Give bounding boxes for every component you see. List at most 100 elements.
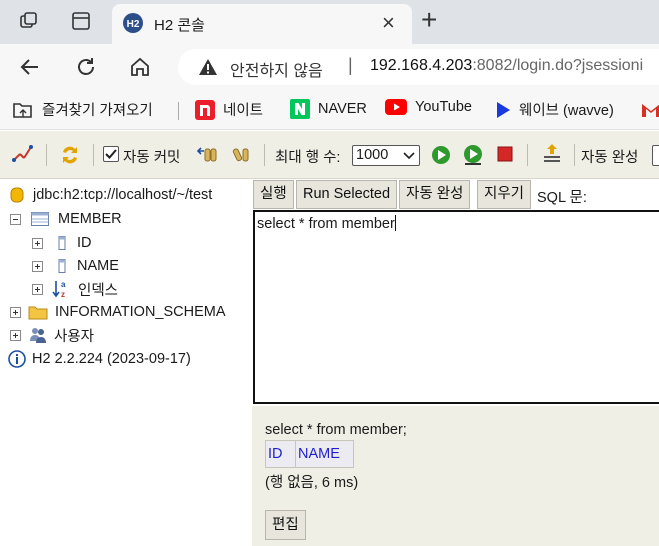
result-status: (행 없음, 6 ms): [265, 475, 359, 491]
expand-icon[interactable]: [32, 260, 43, 272]
tree-column-id[interactable]: ID: [32, 232, 92, 254]
header-label: ID: [268, 446, 283, 462]
nate-icon: [195, 99, 215, 120]
security-text[interactable]: 안전하지 않음: [230, 57, 323, 81]
bookmark-separator: [178, 102, 179, 120]
bookmark-wavve[interactable]: 웨이브 (wavve): [495, 99, 614, 120]
version-text: H2 2.2.224 (2023-09-17): [32, 351, 191, 367]
auto-commit-label: 자동 커밋: [123, 150, 181, 166]
refresh-tree-icon[interactable]: [58, 143, 82, 167]
column-name: NAME: [77, 258, 119, 274]
stop-icon[interactable]: [496, 145, 514, 163]
run-button[interactable]: 실행: [253, 180, 294, 209]
home-icon[interactable]: [128, 55, 152, 79]
connection-url: jdbc:h2:tcp://localhost/~/test: [33, 187, 213, 203]
auto-complete-select[interactable]: [652, 145, 659, 166]
bookmark-label: NAVER: [318, 101, 367, 117]
sql-label: SQL 문:: [537, 190, 587, 206]
auto-complete-button[interactable]: 자동 완성: [399, 180, 471, 209]
bookmark-label: 웨이브 (wavve): [519, 103, 614, 119]
run-selected-button[interactable]: Run Selected: [296, 180, 398, 209]
expand-icon[interactable]: [32, 237, 43, 249]
address-divider: |: [348, 55, 353, 75]
bookmark-import-favorites[interactable]: 즐겨찾기 가져오기: [12, 99, 153, 120]
bookmark-naver[interactable]: NAVER: [290, 99, 367, 119]
sql-editor[interactable]: select * from member: [253, 210, 659, 404]
wavve-icon: [497, 101, 510, 118]
tree-connection[interactable]: jdbc:h2:tcp://localhost/~/test: [10, 184, 212, 206]
folder-import-icon: [13, 102, 32, 118]
url-text[interactable]: 192.168.4.203:8082/login.do?jsessioni: [370, 57, 643, 75]
tree-table-member[interactable]: MEMBER: [10, 208, 122, 230]
tab-h2-console[interactable]: H2 H2 콘솔 ×: [112, 4, 412, 44]
tree-column-name[interactable]: NAME: [32, 255, 119, 277]
bookmark-youtube[interactable]: YouTube: [385, 99, 472, 115]
query-panel: 실행 Run Selected 자동 완성 지우기 SQL 문: select …: [252, 180, 659, 546]
warning-triangle-icon[interactable]: [198, 58, 218, 76]
toolbar-separator: [264, 144, 265, 166]
folder-icon: [28, 306, 48, 320]
disconnect-icon[interactable]: [11, 143, 35, 165]
index-label: 인덱스: [78, 282, 119, 299]
browser-tab-bar: H2 H2 콘솔 × +: [0, 0, 659, 44]
url-host: 192.168.4.203: [370, 57, 473, 74]
bookmark-nate[interactable]: 네이트: [195, 99, 263, 120]
expand-icon[interactable]: [10, 306, 21, 318]
tab-actions-icon[interactable]: [70, 10, 92, 32]
column-icon: [58, 259, 66, 273]
bookmark-label: 즐겨찾기 가져오기: [42, 103, 153, 119]
tree-information-schema[interactable]: INFORMATION_SCHEMA: [10, 301, 226, 323]
max-rows-value: 1000: [356, 147, 389, 163]
workspaces-icon[interactable]: [18, 10, 40, 32]
auto-complete-label: 자동 완성: [581, 150, 639, 166]
text-cursor: [394, 215, 396, 231]
url-path: :8082/login.do?jsessioni: [472, 57, 644, 74]
bookmark-label: 네이트: [223, 103, 264, 119]
auto-commit-checkbox[interactable]: [103, 146, 119, 162]
tab-close-button[interactable]: ×: [382, 10, 395, 36]
column-name: ID: [77, 235, 92, 251]
rollback-icon[interactable]: [196, 144, 218, 164]
result-header-name[interactable]: NAME: [295, 440, 354, 468]
history-icon[interactable]: [541, 142, 563, 166]
toolbar-separator: [93, 144, 94, 166]
gmail-icon[interactable]: [641, 101, 659, 119]
svg-text:z: z: [61, 290, 65, 299]
index-sort-icon: a z: [52, 280, 66, 299]
info-icon: [8, 350, 26, 368]
run-selected-icon[interactable]: [462, 144, 484, 166]
max-rows-select[interactable]: 1000: [352, 145, 420, 166]
toolbar-separator: [527, 144, 528, 166]
collapse-icon[interactable]: [10, 213, 21, 225]
max-rows-label: 최대 행 수:: [275, 150, 341, 166]
sql-text: select * from member: [257, 216, 395, 232]
h2-favicon-icon: H2: [123, 13, 143, 33]
result-header-id[interactable]: ID: [265, 440, 296, 468]
refresh-icon[interactable]: [74, 55, 98, 79]
tree-version: H2 2.2.224 (2023-09-17): [8, 348, 191, 370]
table-name: MEMBER: [58, 211, 122, 227]
tree-users[interactable]: 사용자: [10, 324, 94, 346]
expand-icon[interactable]: [10, 329, 21, 341]
back-arrow-icon[interactable]: [18, 55, 42, 79]
users-label: 사용자: [54, 328, 95, 345]
commit-icon[interactable]: [232, 144, 252, 164]
tab-title: H2 콘솔: [154, 17, 205, 34]
expand-icon[interactable]: [32, 283, 43, 295]
header-label: NAME: [298, 446, 340, 462]
new-tab-button[interactable]: +: [421, 4, 437, 36]
checkmark-icon: [105, 149, 117, 159]
tree-indexes[interactable]: a z 인덱스: [32, 278, 118, 300]
svg-text:a: a: [61, 280, 66, 289]
naver-icon: [290, 99, 310, 119]
run-icon[interactable]: [431, 145, 451, 165]
result-area: select * from member; ID NAME (행 없음, 6 m…: [252, 406, 659, 546]
address-bar[interactable]: 안전하지 않음 | 192.168.4.203:8082/login.do?js…: [178, 49, 659, 85]
chevron-down-icon: [403, 152, 415, 160]
database-icon: [10, 187, 24, 203]
schema-tree: jdbc:h2:tcp://localhost/~/test MEMBER ID…: [0, 180, 252, 546]
toolbar-separator: [574, 144, 575, 166]
bookmark-label: YouTube: [415, 99, 472, 115]
clear-button[interactable]: 지우기: [477, 180, 532, 209]
edit-button[interactable]: 편집: [265, 510, 306, 540]
